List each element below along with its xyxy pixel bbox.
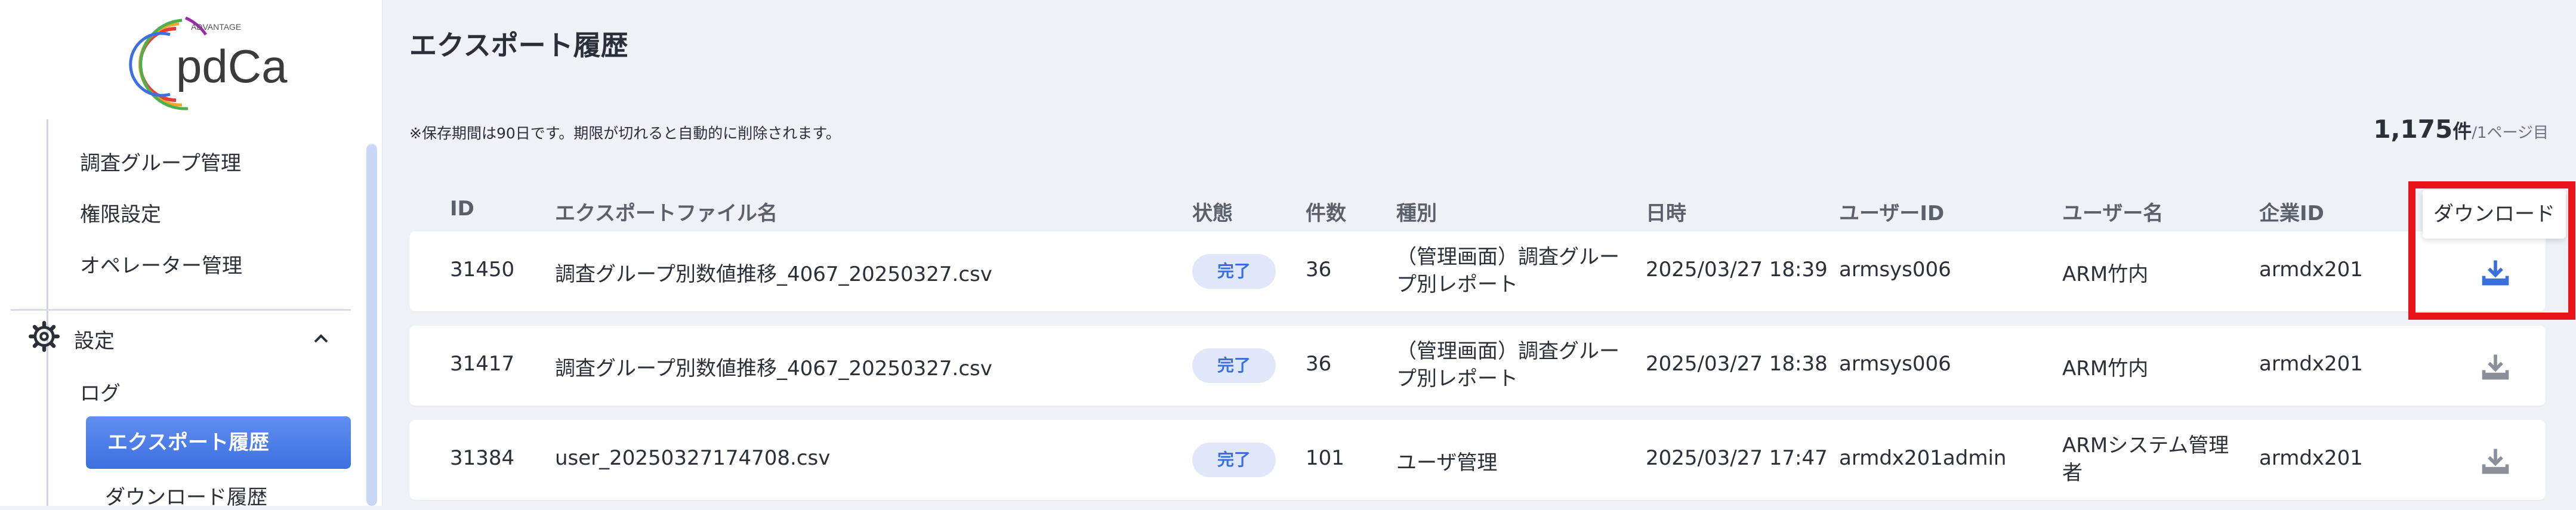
col-header-filename: エクスポートファイル名 [555,202,778,225]
logo: ADVANTAGE pdCa [110,11,289,112]
col-header-id: ID [450,197,474,221]
col-header-type: 種別 [1396,202,1437,225]
sidebar-item-log[interactable]: ログ [80,377,121,406]
cell-company-id: armdx201 [2259,258,2363,282]
retention-notice: ※保存期間は90日です。期限が切れると自動的に削除されます。 [409,125,841,142]
page-indicator: /1ページ目 [2472,124,2549,142]
col-header-status: 状態 [1192,202,1233,225]
record-count-number: 1,175 [2373,115,2453,144]
cell-datetime: 2025/03/27 18:39 [1646,258,1828,282]
status-badge: 完了 [1192,443,1276,477]
table-row: 31384 user_20250327174708.csv 完了 101 ユーザ… [409,420,2546,500]
cell-count: 36 [1306,352,1332,376]
download-icon[interactable] [2480,351,2511,382]
download-icon[interactable] [2480,445,2511,476]
cell-company-id: armdx201 [2259,446,2363,470]
svg-text:pdCa: pdCa [176,40,288,92]
cell-id: 31417 [450,352,515,376]
record-count: 1,175件/1ページ目 [2373,115,2549,144]
cell-count: 36 [1306,258,1332,282]
table-row: 31417 調査グループ別数値推移_4067_20250327.csv 完了 3… [409,326,2546,406]
chevron-up-icon[interactable] [309,327,333,351]
sidebar-item-export-history[interactable]: エクスポート履歴 [86,416,351,469]
highlight-box [2408,181,2575,320]
col-header-company-id: 企業ID [2259,202,2324,225]
gear-icon [29,321,60,352]
cell-user-id: armsys006 [1839,352,1951,376]
col-header-datetime: 日時 [1646,202,1686,225]
cell-user-name: ARM竹内 [2062,357,2149,381]
cell-count: 101 [1306,446,1344,470]
sidebar-section-settings[interactable]: 設定 [74,324,115,354]
cell-user-name: ARM竹内 [2062,262,2149,286]
status-badge: 完了 [1192,254,1276,289]
sidebar-item-operators[interactable]: オペレーター管理 [80,249,242,279]
cell-datetime: 2025/03/27 18:38 [1646,352,1828,376]
cell-type: （管理画面）調査グループ別レポート [1396,245,1619,296]
sidebar-item-permissions[interactable]: 権限設定 [80,198,161,227]
cell-user-name: ARMシステム管理者 [2062,434,2229,485]
sidebar-scrollbar-thumb[interactable] [366,144,377,506]
col-header-user-id: ユーザーID [1839,202,1945,225]
status-badge: 完了 [1192,348,1276,383]
table-row: 31450 調査グループ別数値推移_4067_20250327.csv 完了 3… [409,231,2546,311]
cell-datetime: 2025/03/27 17:47 [1646,446,1828,470]
col-header-count: 件数 [1306,202,1346,225]
logo-mark: ADVANTAGE pdCa [129,16,288,110]
sidebar: ADVANTAGE pdCa 調査グループ管理 権限設定 オペレーター管理 設定… [0,0,382,509]
col-header-user-name: ユーザー名 [2062,202,2164,225]
cell-id: 31384 [450,446,515,470]
cell-company-id: armdx201 [2259,352,2363,376]
svg-text:ADVANTAGE: ADVANTAGE [191,22,241,32]
cell-user-id: armdx201admin [1839,446,2007,470]
cell-type: ユーザ管理 [1396,451,1498,475]
cell-id: 31450 [450,258,515,282]
nav-tree-line [47,119,48,506]
cell-filename: 調査グループ別数値推移_4067_20250327.csv [555,357,992,381]
record-count-unit: 件 [2452,120,2472,143]
page-title: エクスポート履歴 [409,29,628,61]
sidebar-divider [11,309,351,311]
cell-filename: user_20250327174708.csv [555,446,831,470]
cell-type: （管理画面）調査グループ別レポート [1396,339,1619,391]
sidebar-item-survey-group[interactable]: 調査グループ管理 [80,147,241,176]
cell-user-id: armsys006 [1839,258,1951,282]
cell-filename: 調査グループ別数値推移_4067_20250327.csv [555,262,992,286]
